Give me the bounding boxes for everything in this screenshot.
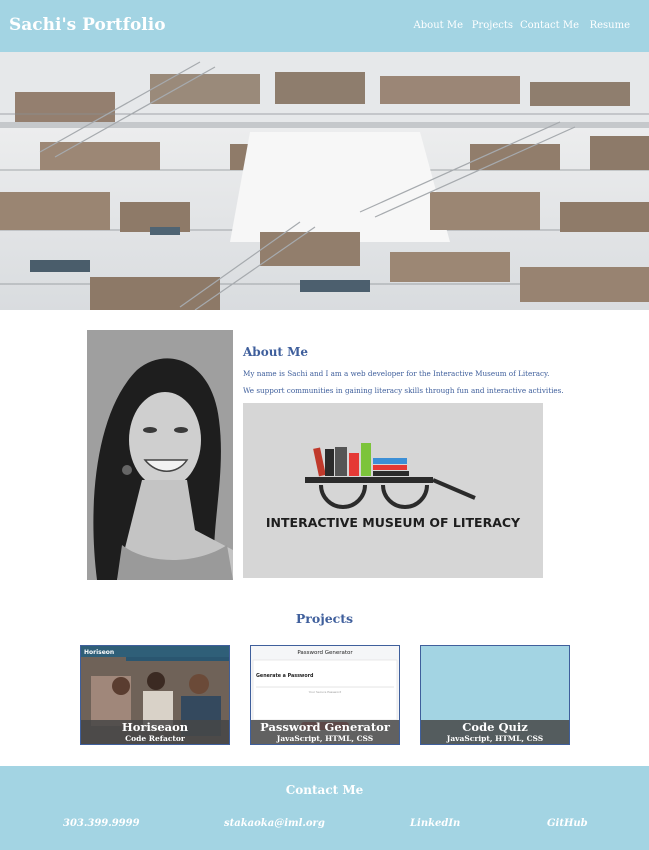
project-card-code-quiz[interactable]: Code Quiz JavaScript, HTML, CSS [420, 645, 570, 745]
contact-footer: Contact Me 303.399.9999 stakaoka@iml.org… [0, 766, 649, 850]
library-atrium-image [0, 52, 649, 311]
card-title: Code Quiz [462, 720, 528, 734]
nav-resume[interactable]: Resume [590, 20, 630, 31]
thumb-page-title: Password Generator [297, 650, 353, 656]
site-header: Sachi's Portfolio About Me Projects Cont… [0, 0, 649, 52]
projects-heading: Projects [295, 611, 354, 626]
contact-heading: Contact Me [285, 783, 364, 797]
contact-linkedin[interactable]: LinkedIn [410, 818, 460, 829]
museum-logo-text: INTERACTIVE MUSEUM OF LITERACY [266, 515, 521, 530]
profile-photo [87, 330, 233, 580]
card-subtitle: Code Refactor [125, 734, 185, 743]
about-heading: About Me [243, 345, 309, 359]
project-card-horiseon[interactable]: Horiseon Horiseaon Code Refactor [80, 645, 230, 745]
project-card-password-generator[interactable]: Password Generator Generate a Password Y… [250, 645, 400, 745]
site-title[interactable]: Sachi's Portfolio [9, 15, 166, 35]
card-subtitle: JavaScript, HTML, CSS [446, 734, 544, 743]
about-line-1: My name is Sachi and I am a web develope… [243, 369, 550, 378]
contact-phone[interactable]: 303.399.9999 [63, 818, 140, 829]
card-caption: Code Quiz JavaScript, HTML, CSS [421, 720, 569, 744]
contact-github[interactable]: GitHub [547, 818, 588, 829]
card-title: Horiseaon [121, 720, 189, 734]
card-caption: Password Generator JavaScript, HTML, CSS [251, 720, 399, 744]
thumb-password-placeholder: Your Secure Password [309, 690, 342, 694]
museum-logo: INTERACTIVE MUSEUM OF LITERACY [243, 403, 543, 578]
nav-contact-me[interactable]: Contact Me [520, 20, 579, 31]
museum-logo-image: INTERACTIVE MUSEUM OF LITERACY [266, 443, 521, 530]
card-caption: Horiseaon Code Refactor [81, 720, 229, 744]
contact-email[interactable]: stakaoka@iml.org [224, 818, 325, 829]
horiseon-brand: Horiseon [84, 649, 114, 656]
about-line-2: We support communities in gaining litera… [243, 386, 564, 395]
card-subtitle: JavaScript, HTML, CSS [276, 734, 374, 743]
thumb-card-label: Generate a Password [256, 673, 314, 679]
nav-projects[interactable]: Projects [472, 20, 513, 31]
card-title: Password Generator [260, 720, 390, 734]
nav-about-me[interactable]: About Me [414, 20, 463, 31]
hero-banner [0, 52, 649, 311]
